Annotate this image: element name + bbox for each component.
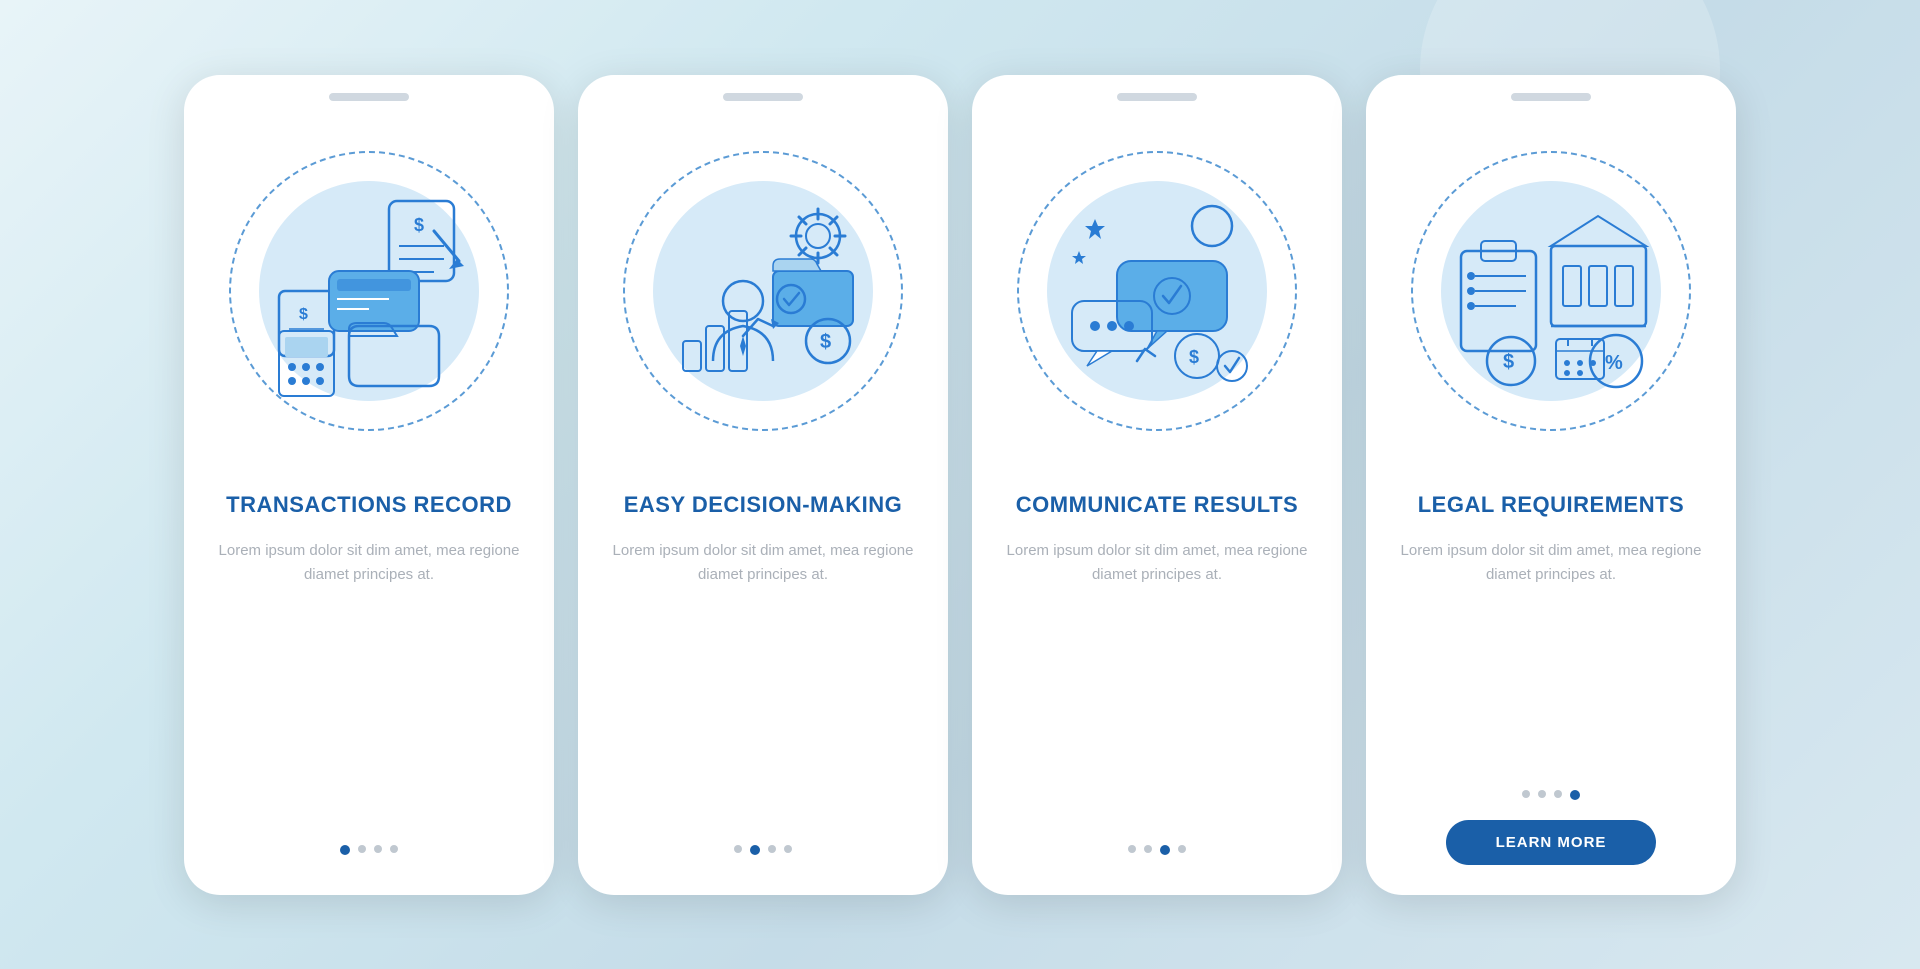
dot-3-3: [1160, 845, 1170, 855]
card-2-description: Lorem ipsum dolor sit dim amet, mea regi…: [608, 539, 918, 587]
dot-4-3: [1554, 790, 1562, 798]
card-1-description: Lorem ipsum dolor sit dim amet, mea regi…: [214, 539, 524, 587]
svg-text:$: $: [1503, 351, 1514, 373]
svg-text:%: %: [1605, 352, 1623, 374]
phone-notch-1: [329, 93, 409, 101]
card-3-description: Lorem ipsum dolor sit dim amet, mea regi…: [1002, 539, 1312, 587]
illustration-communicate: $: [972, 101, 1342, 481]
illustration-transactions: $ $: [184, 101, 554, 481]
dot-3-2: [1144, 845, 1152, 853]
card-3-title: COMMUNICATE RESULTS: [1016, 491, 1298, 520]
dot-2-4: [784, 845, 792, 853]
communicate-icon: $: [1037, 171, 1277, 411]
dot-2-2: [750, 845, 760, 855]
card-4-description: Lorem ipsum dolor sit dim amet, mea regi…: [1396, 539, 1706, 587]
phone-notch-2: [723, 93, 803, 101]
learn-more-button[interactable]: LEARN MORE: [1446, 820, 1657, 865]
dot-1-4: [390, 845, 398, 853]
card-transactions-record: $ $: [184, 75, 554, 895]
card-communicate-results: $ COMMUNICATE RESULTS Lorem ipsum dolor …: [972, 75, 1342, 895]
illustration-legal: $ %: [1366, 101, 1736, 481]
card-1-dots: [340, 845, 398, 855]
dot-2-1: [734, 845, 742, 853]
dot-2-3: [768, 845, 776, 853]
svg-text:$: $: [414, 215, 424, 235]
dot-3-1: [1128, 845, 1136, 853]
decision-icon: $: [643, 171, 883, 411]
svg-text:$: $: [1189, 347, 1199, 367]
card-3-dots: [1128, 845, 1186, 855]
svg-text:$: $: [299, 306, 308, 323]
dot-4-4: [1570, 790, 1580, 800]
card-legal-requirements: $ % LEGAL REQUIREMENTS Lorem ipsum dolor…: [1366, 75, 1736, 895]
dot-4-2: [1538, 790, 1546, 798]
card-4-dots: [1522, 790, 1580, 800]
illustration-decision: $: [578, 101, 948, 481]
card-2-dots: [734, 845, 792, 855]
svg-text:$: $: [820, 331, 831, 353]
dot-3-4: [1178, 845, 1186, 853]
card-4-title: LEGAL REQUIREMENTS: [1418, 491, 1685, 520]
dot-1-3: [374, 845, 382, 853]
card-2-title: EASY DECISION-MAKING: [624, 491, 903, 520]
card-4-content: LEGAL REQUIREMENTS Lorem ipsum dolor sit…: [1366, 481, 1736, 895]
legal-icon: $ %: [1431, 171, 1671, 411]
phone-notch-4: [1511, 93, 1591, 101]
cards-container: $ $: [144, 35, 1776, 935]
card-easy-decision-making: $ EASY DECISION-MAKING Lorem ipsum dolor…: [578, 75, 948, 895]
phone-notch-3: [1117, 93, 1197, 101]
dot-4-1: [1522, 790, 1530, 798]
dot-1-2: [358, 845, 366, 853]
transactions-icon: $ $: [249, 171, 489, 411]
card-1-title: TRANSACTIONS RECORD: [226, 491, 512, 520]
card-3-content: COMMUNICATE RESULTS Lorem ipsum dolor si…: [972, 481, 1342, 895]
card-2-content: EASY DECISION-MAKING Lorem ipsum dolor s…: [578, 481, 948, 895]
card-1-content: TRANSACTIONS RECORD Lorem ipsum dolor si…: [184, 481, 554, 895]
dot-1-1: [340, 845, 350, 855]
